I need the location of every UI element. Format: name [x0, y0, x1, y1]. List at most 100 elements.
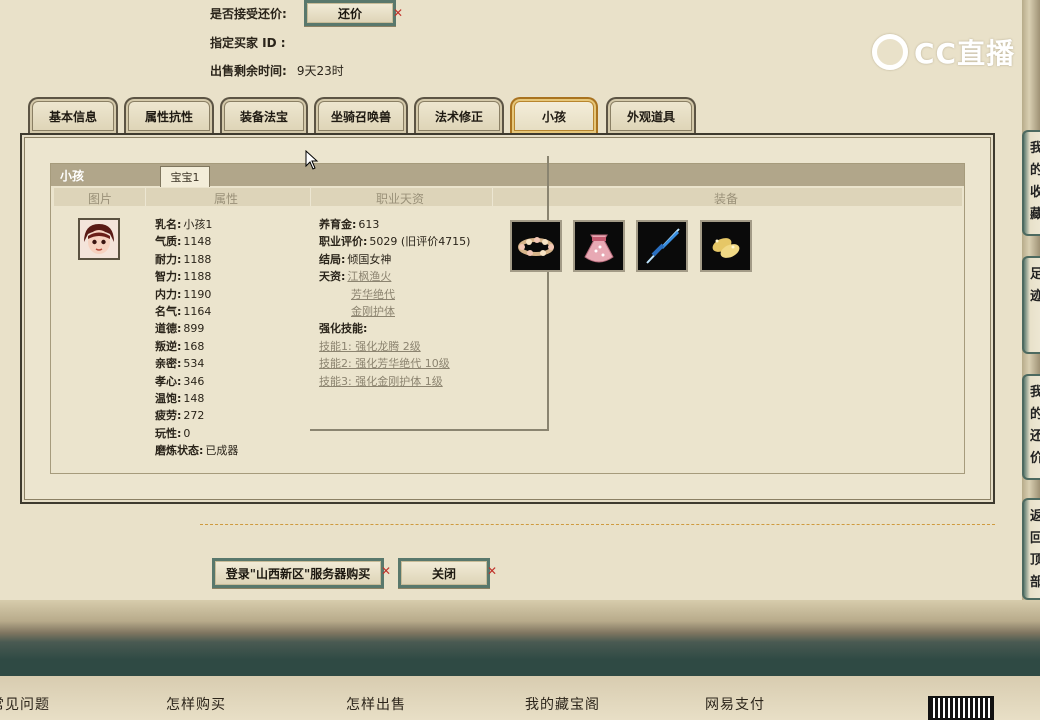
attr-row: 亲密: 534	[155, 355, 238, 372]
equip-slot-shoes[interactable]	[700, 220, 752, 272]
column-header-bar	[54, 188, 962, 206]
career-score-label: 职业评价:	[319, 235, 368, 249]
raise-gold-value: 613	[358, 218, 380, 231]
career-score-value: 5029 (旧评价4715)	[369, 235, 471, 249]
footer-link-faq[interactable]: 常见问题	[0, 694, 50, 714]
skills-label-row: 强化技能:	[319, 320, 470, 337]
bottom-frame-border	[0, 600, 1040, 660]
attr-value: 899	[183, 322, 205, 336]
gift-row: 天资: 江枫渔火	[319, 268, 470, 285]
tab-equipment[interactable]: 装备法宝	[220, 97, 308, 133]
time-left-label: 出售剩余时间:	[210, 63, 287, 78]
side-tab-label: 返回顶部	[1030, 509, 1040, 590]
section-divider	[200, 524, 995, 525]
column-separator	[492, 188, 493, 206]
tab-label: 法术修正	[434, 109, 483, 124]
counter-offer-button[interactable]: 还价 ✕	[304, 0, 403, 26]
footer-link-netease-pay[interactable]: 网易支付	[705, 694, 765, 714]
gold-shoes-icon	[712, 238, 740, 258]
child-section-title: 小孩	[60, 169, 85, 183]
attr-value: 1164	[183, 304, 212, 318]
gift-link[interactable]: 金刚护体	[351, 305, 395, 318]
attr-key: 温饱:	[155, 391, 182, 405]
accept-counter-row: 是否接受还价:	[210, 3, 287, 23]
tab-basic-info[interactable]: 基本信息	[28, 97, 118, 133]
equip-slot-umbrella[interactable]	[636, 220, 688, 272]
gift-link[interactable]: 芳华绝代	[351, 288, 395, 301]
gift-link[interactable]: 江枫渔火	[347, 270, 391, 283]
ribbon-icon: ✕	[486, 564, 497, 578]
attr-key: 道德:	[155, 322, 182, 336]
side-tab-label: 我的还价	[1030, 385, 1040, 466]
tab-label: 基本信息	[48, 109, 97, 124]
subtab-baby-1[interactable]: 宝宝1	[160, 166, 210, 187]
tooltip-border	[547, 156, 549, 431]
attr-row: 智力: 1188	[155, 268, 238, 285]
gift-row: 芳华绝代	[319, 286, 470, 303]
footer-link-how-to-sell[interactable]: 怎样出售	[346, 694, 406, 714]
attr-value: 1188	[183, 270, 212, 284]
time-left-value: 9天23时	[296, 63, 344, 78]
child-avatar	[78, 218, 120, 260]
attr-row: 温饱: 148	[155, 390, 238, 407]
login-buy-button[interactable]: 登录"山西新区"服务器购买 ✕	[212, 558, 391, 588]
attr-key: 疲劳:	[155, 409, 182, 423]
child-talent-list: 养育金: 613 职业评价: 5029 (旧评价4715) 结局: 倾国女神 天资: 江…	[319, 216, 470, 390]
attr-value: 534	[183, 357, 205, 371]
attr-row: 叛逆: 168	[155, 338, 238, 355]
cc-logo-icon	[872, 34, 908, 70]
attr-row: 疲劳: 272	[155, 407, 238, 424]
skill-link[interactable]: 技能1: 强化龙腾 2级	[319, 340, 421, 353]
attr-row: 道德: 899	[155, 320, 238, 337]
footer-link-how-to-buy[interactable]: 怎样购买	[166, 694, 226, 714]
child-attribute-list: 乳名: 小孩1 气质: 1148 耐力: 1188 智力: 1188 内力: 1190 名…	[155, 216, 238, 459]
attr-value: 346	[183, 374, 205, 388]
column-header-attributes: 属性	[214, 192, 239, 206]
side-tab-history[interactable]: 足迹	[1022, 256, 1040, 354]
side-tab-back-to-top[interactable]: 返回顶部	[1022, 498, 1040, 600]
tab-appearance[interactable]: 外观道具	[606, 97, 696, 133]
pink-pouch-icon	[584, 234, 614, 263]
side-tab-label: 足迹	[1030, 267, 1040, 304]
tab-child[interactable]: 小孩	[510, 97, 598, 133]
skill-row: 技能1: 强化龙腾 2级	[319, 338, 470, 355]
attr-value: 已成器	[205, 444, 239, 458]
column-separator	[310, 188, 311, 206]
tab-attributes[interactable]: 属性抗性	[124, 97, 214, 133]
attr-key: 名气:	[155, 304, 182, 318]
equip-slot-pouch[interactable]	[573, 220, 625, 272]
skill-link[interactable]: 技能2: 强化芳华绝代 10级	[319, 357, 450, 370]
blue-umbrella-icon	[646, 228, 680, 264]
side-tab-favorites[interactable]: 我的收藏	[1022, 130, 1040, 236]
buyer-id-row: 指定买家 ID :	[210, 32, 296, 52]
attr-row: 内力: 1190	[155, 286, 238, 303]
buyer-id-label: 指定买家 ID :	[210, 35, 286, 50]
attr-row: 乳名: 小孩1	[155, 216, 238, 233]
tab-mounts-pets[interactable]: 坐骑召唤兽	[314, 97, 408, 133]
footer-link-my-treasure[interactable]: 我的藏宝阁	[525, 694, 600, 714]
attr-key: 玩性:	[155, 426, 182, 440]
attr-row: 玩性: 0	[155, 425, 238, 442]
attr-key: 孝心:	[155, 374, 182, 388]
attr-row: 磨炼状态: 已成器	[155, 442, 238, 459]
skill-row: 技能2: 强化芳华绝代 10级	[319, 355, 470, 372]
equip-slot-wreath[interactable]	[510, 220, 562, 272]
column-header-equipment: 装备	[714, 192, 739, 206]
close-button[interactable]: 关闭 ✕	[398, 558, 497, 588]
tab-spell-correction[interactable]: 法术修正	[414, 97, 504, 133]
side-tab-my-counters[interactable]: 我的还价	[1022, 374, 1040, 480]
ending-value: 倾国女神	[347, 252, 392, 266]
skill-row: 技能3: 强化金刚护体 1级	[319, 373, 470, 390]
attr-value: 148	[183, 391, 205, 405]
career-score-row: 职业评价: 5029 (旧评价4715)	[319, 233, 470, 250]
attr-key: 耐力:	[155, 252, 182, 266]
attr-row: 耐力: 1188	[155, 251, 238, 268]
tab-label: 装备法宝	[239, 109, 288, 124]
subtab-label: 宝宝1	[170, 171, 200, 184]
attr-row: 孝心: 346	[155, 373, 238, 390]
attr-value: 0	[183, 426, 191, 440]
attr-row: 气质: 1148	[155, 233, 238, 250]
skill-link[interactable]: 技能3: 强化金刚护体 1级	[319, 375, 443, 388]
login-buy-label: 登录"山西新区"服务器购买	[225, 566, 371, 581]
attr-key: 智力:	[155, 270, 182, 284]
